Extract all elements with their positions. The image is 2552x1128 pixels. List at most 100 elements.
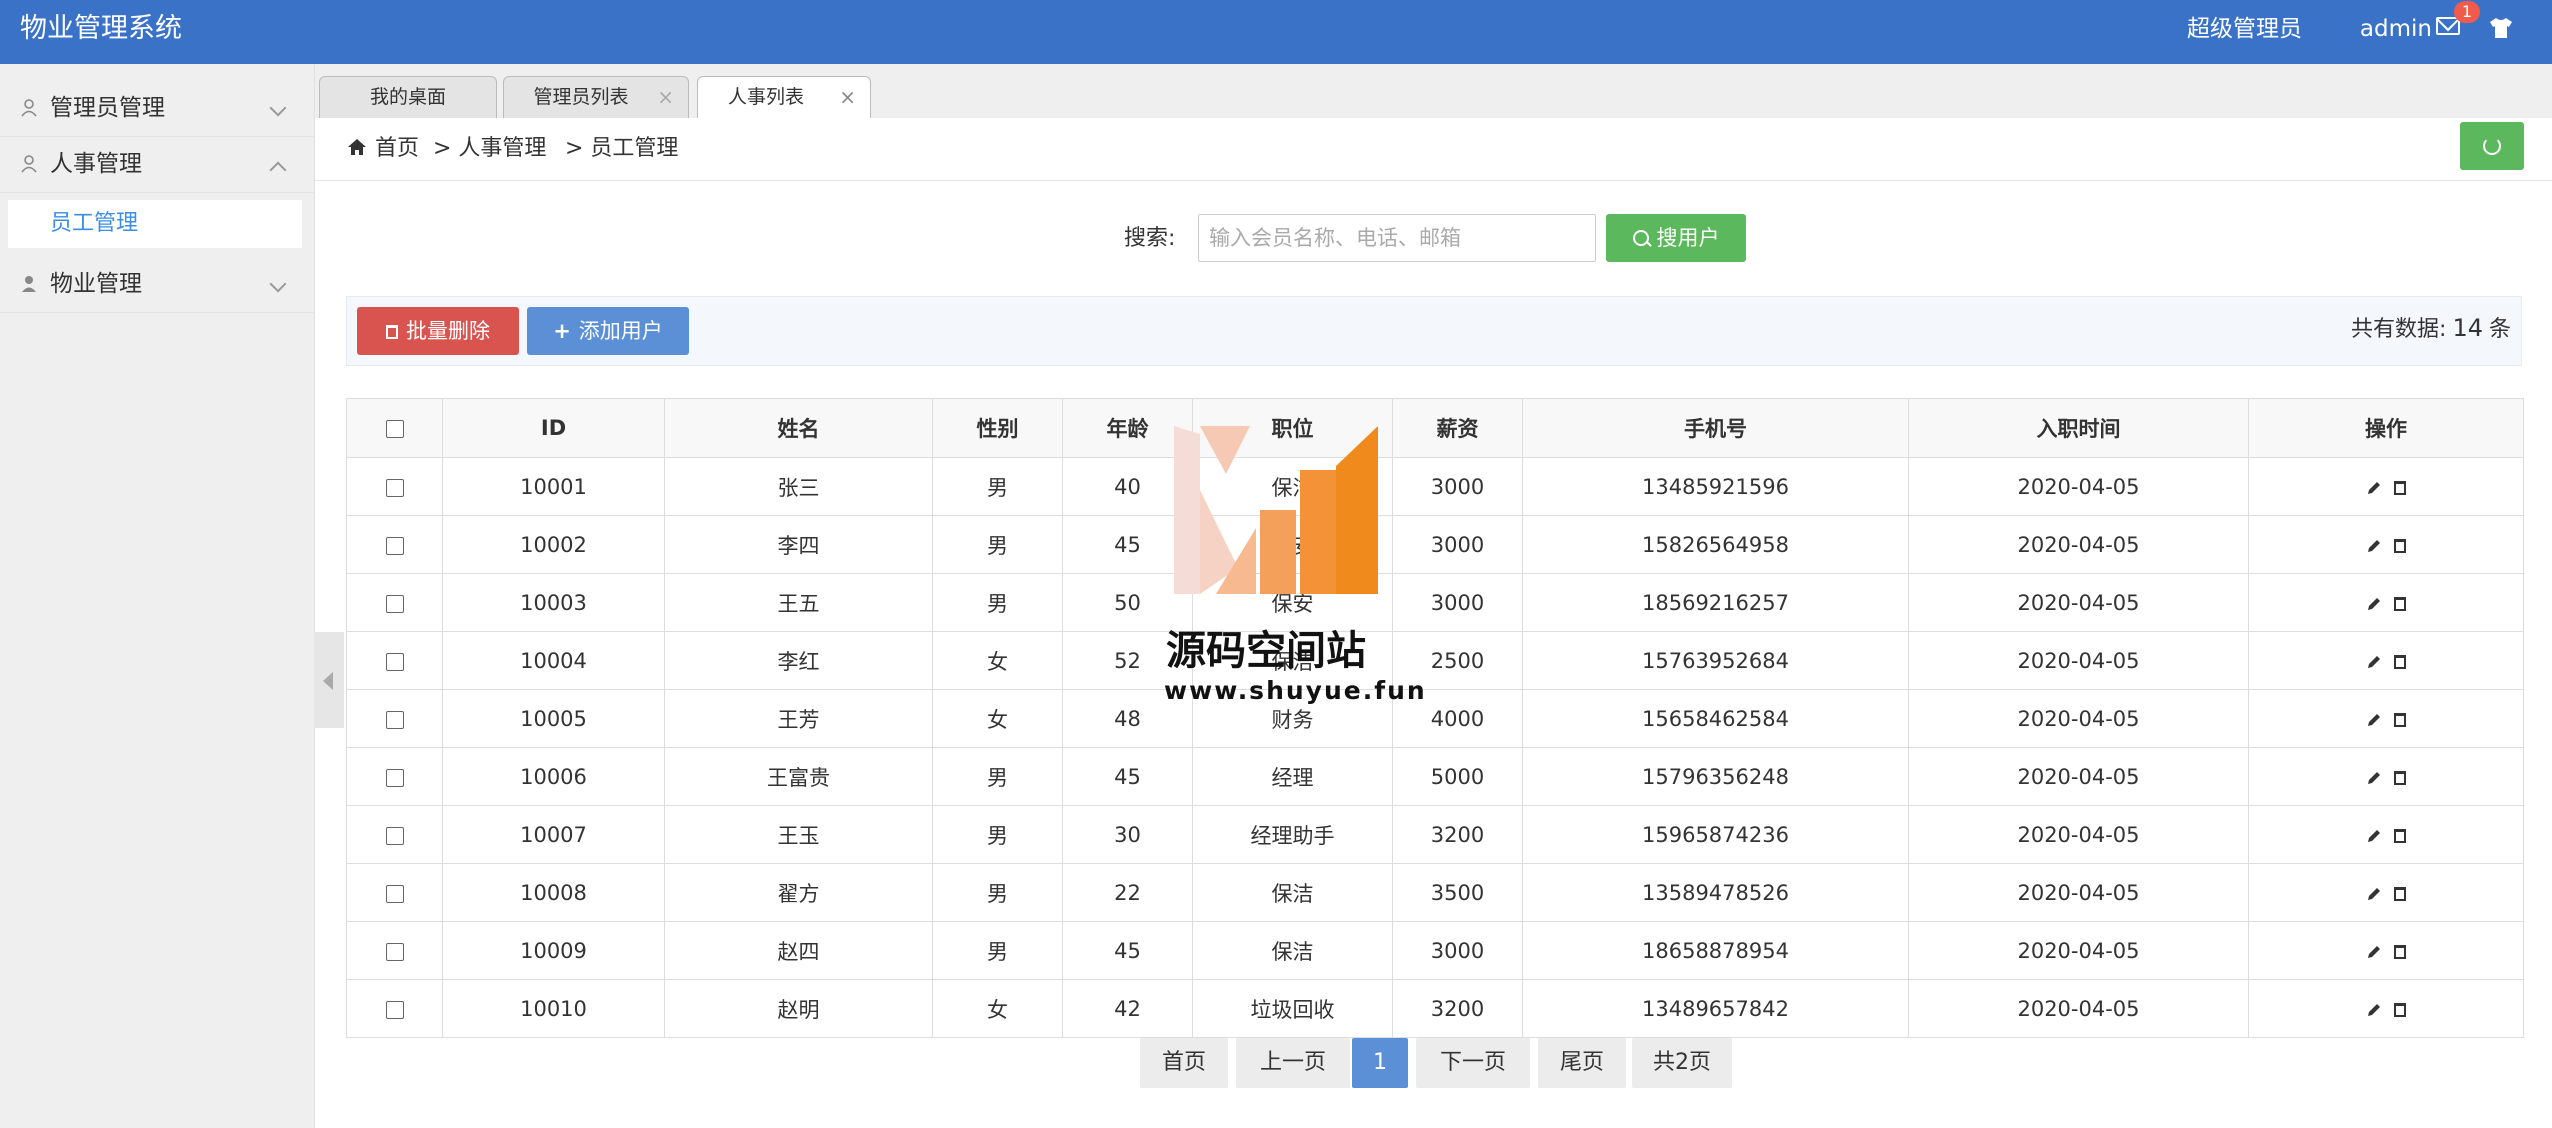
delete-icon[interactable] [2394,944,2406,959]
row-select-cell [346,979,443,1038]
edit-icon[interactable] [2366,538,2382,554]
home-icon [348,139,366,155]
batch-delete-button[interactable]: 批量删除 [357,307,519,355]
cell-salary: 3200 [1392,979,1523,1038]
delete-icon[interactable] [2394,480,2406,495]
sidebar-item-label: 物业管理 [50,271,142,297]
cell-phone: 18658878954 [1522,921,1909,980]
cell-age: 30 [1062,805,1193,864]
cell-phone: 13489657842 [1522,979,1909,1038]
row-select-cell [346,689,443,748]
edit-icon[interactable] [2366,480,2382,496]
delete-icon[interactable] [2394,596,2406,611]
delete-icon[interactable] [2394,538,2406,553]
cell-name: 李四 [664,515,933,574]
cell-phone: 15965874236 [1522,805,1909,864]
cell-hire-date: 2020-04-05 [1908,573,2249,632]
edit-icon[interactable] [2366,828,2382,844]
cell-phone: 15796356248 [1522,747,1909,806]
table-row: 10008 翟方男 22 保洁 3500 13589478526 2020-04-05 [346,863,2524,922]
add-user-button[interactable]: + 添加用户 [527,307,689,355]
breadcrumb-hr[interactable]: > 人事管理 [433,118,546,180]
cell-id: 10010 [442,979,665,1038]
delete-icon[interactable] [2394,1002,2406,1017]
record-count-value: 14 [2452,314,2483,342]
page-last-button[interactable]: 尾页 [1538,1038,1626,1088]
delete-icon[interactable] [2394,770,2406,785]
row-checkbox[interactable] [385,768,404,787]
row-checkbox[interactable] [385,594,404,613]
cell-id: 10007 [442,805,665,864]
cell-gender: 男 [932,921,1063,980]
cell-name: 张三 [664,457,933,516]
edit-icon[interactable] [2366,1002,2382,1018]
column-header-gender: 性别 [932,398,1063,458]
page-prev-button[interactable]: 上一页 [1236,1038,1350,1088]
breadcrumb-home[interactable]: 首页 [375,118,419,180]
sidebar-item-admin-management[interactable]: 管理员管理 [0,80,314,137]
sidebar-item-property-management[interactable]: 物业管理 [0,256,314,313]
sidebar-item-label: 管理员管理 [50,95,165,121]
row-checkbox[interactable] [385,884,404,903]
table-row: 10001 张三男 40 保洁 3000 13485921596 2020-04-05 [346,457,2524,516]
tab-admin-list[interactable]: 管理员列表 × [503,76,689,118]
sidebar-collapse-handle[interactable] [314,632,344,728]
delete-icon[interactable] [2394,828,2406,843]
cell-hire-date: 2020-04-05 [1908,515,2249,574]
sidebar-item-hr-management[interactable]: 人事管理 [0,136,314,193]
search-button-label: 搜用户 [1656,226,1720,250]
chevron-down-icon [269,275,287,293]
cell-id: 10008 [442,863,665,922]
table-row: 10005 王芳女 48 财务 4000 15658462584 2020-04-05 [346,689,2524,748]
row-checkbox[interactable] [385,478,404,497]
row-select-cell [346,863,443,922]
row-checkbox[interactable] [385,942,404,961]
row-select-cell [346,921,443,980]
close-icon[interactable]: × [657,77,674,117]
tab-hr-list[interactable]: 人事列表 × [697,76,871,120]
cell-gender: 女 [932,979,1063,1038]
cell-gender: 男 [932,457,1063,516]
watermark-title: 源码空间站 [1166,628,1366,674]
refresh-button[interactable] [2460,122,2524,170]
page-first-button[interactable]: 首页 [1140,1038,1228,1088]
page-current[interactable]: 1 [1352,1038,1408,1088]
row-checkbox[interactable] [385,652,404,671]
edit-icon[interactable] [2366,654,2382,670]
sidebar-subitem-employee-management[interactable]: 员工管理 [8,200,302,248]
sidebar: 管理员管理 人事管理 员工管理 物业管理 [0,64,315,1128]
cell-id: 10006 [442,747,665,806]
cell-name: 赵明 [664,979,933,1038]
close-icon[interactable]: × [839,77,856,117]
row-checkbox[interactable] [385,710,404,729]
edit-icon[interactable] [2366,596,2382,612]
row-actions [2248,457,2524,516]
edit-icon[interactable] [2366,886,2382,902]
search-input[interactable] [1198,214,1596,262]
tab-desktop[interactable]: 我的桌面 [319,76,497,118]
theme-shirt-icon[interactable] [2488,16,2514,40]
row-checkbox[interactable] [385,826,404,845]
delete-icon[interactable] [2394,886,2406,901]
edit-icon[interactable] [2366,944,2382,960]
select-all-checkbox[interactable] [385,420,404,438]
table-header-row: ID 姓名 性别 年龄 职位 薪资 手机号 入职时间 操作 [346,398,2524,458]
record-count-prefix: 共有数据: [2351,317,2447,342]
edit-icon[interactable] [2366,770,2382,786]
row-checkbox[interactable] [385,536,404,555]
delete-icon[interactable] [2394,654,2406,669]
mail-badge: 1 [2454,1,2480,23]
employee-table: ID 姓名 性别 年龄 职位 薪资 手机号 入职时间 操作 10001 张三男 40… [346,398,2524,1038]
edit-icon[interactable] [2366,712,2382,728]
search-user-button[interactable]: 搜用户 [1606,214,1746,262]
username-menu[interactable]: admin [2360,0,2432,58]
row-checkbox[interactable] [385,1000,404,1019]
cell-age: 45 [1062,921,1193,980]
row-actions [2248,631,2524,690]
page-next-button[interactable]: 下一页 [1416,1038,1530,1088]
cell-id: 10005 [442,689,665,748]
delete-icon[interactable] [2394,712,2406,727]
cell-name: 翟方 [664,863,933,922]
cell-phone: 15658462584 [1522,689,1909,748]
row-actions [2248,805,2524,864]
